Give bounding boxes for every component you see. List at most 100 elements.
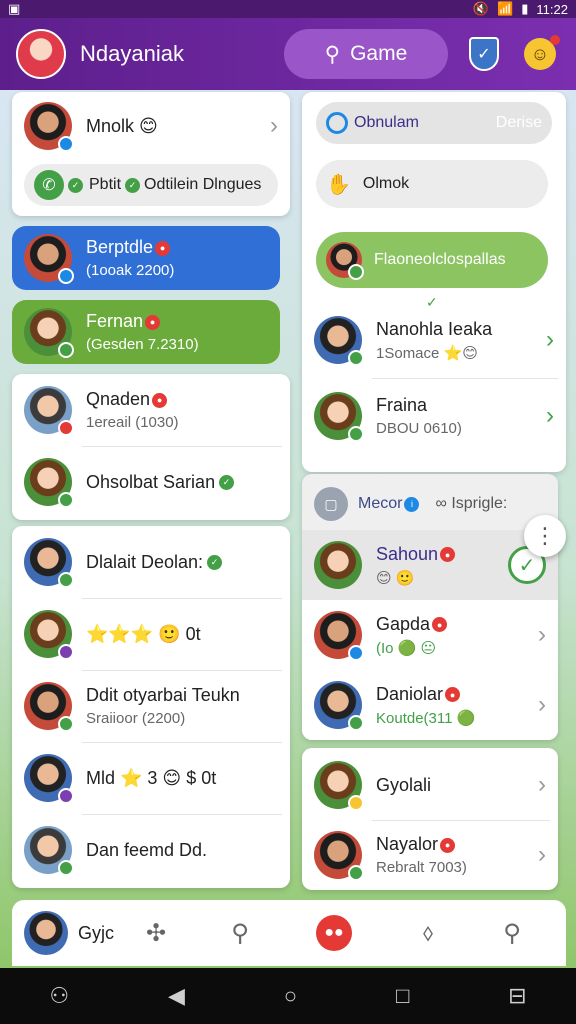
avatar bbox=[314, 316, 364, 366]
notification-badge: ● bbox=[155, 240, 171, 256]
chevron-right-icon: › bbox=[538, 841, 546, 868]
olmok-pill[interactable]: ✋ Olmok bbox=[316, 160, 548, 208]
avatar bbox=[24, 234, 74, 284]
online-dot bbox=[348, 715, 364, 731]
content-area: Mnolk 😊 › ✆ ✓ Pbtit ✓ Odtilein Dlngues B… bbox=[0, 90, 576, 968]
phone-icon: ✆ bbox=[34, 170, 64, 200]
game-search-button[interactable]: ⚲ Game bbox=[284, 29, 448, 79]
bottom-nav: Gyjc ✣ ⚲ ●● ⬨ ⚲ bbox=[12, 900, 566, 966]
card-name: Fernan bbox=[86, 311, 144, 331]
list-item[interactable]: Gyolali › bbox=[302, 754, 558, 816]
contact-name: Gapda bbox=[376, 613, 431, 634]
account-icon[interactable]: ⚇ bbox=[49, 983, 69, 1009]
pill-label: Flaoneolclospallas bbox=[374, 251, 506, 268]
avatar bbox=[24, 682, 74, 732]
left-list-panel-b: Dlalait Deolan: ✓ ⭐⭐⭐ 🙂 0t Ddit otyarbai … bbox=[12, 526, 290, 888]
tabs-row: ▢ Mecor i ∞ Isprigle: bbox=[302, 484, 558, 524]
list-item[interactable]: Qnaden ● 1ereail (1030) bbox=[12, 382, 290, 438]
pill-label: Obnulam bbox=[354, 114, 419, 131]
contact-name: Qnaden bbox=[86, 389, 151, 409]
avatar bbox=[24, 754, 74, 804]
status-check-icon: ✓ bbox=[68, 177, 83, 193]
list-item[interactable]: Mld ⭐ 3 😊 $ 0t bbox=[12, 748, 290, 808]
search-icon[interactable]: ⚲ bbox=[470, 919, 554, 948]
game-button-label: Game bbox=[350, 42, 408, 65]
online-dot bbox=[58, 644, 74, 660]
list-item[interactable]: Nanohla Ieaka 1Somace ⭐😊 › bbox=[302, 310, 566, 370]
contact-sub: 😊 🙂 bbox=[376, 569, 415, 587]
contact-card-green[interactable]: Fernan ● (Gesden 7.2310) bbox=[12, 300, 280, 364]
divider bbox=[82, 670, 282, 671]
smiley-icon: ☺ bbox=[524, 35, 560, 70]
list-item[interactable]: Dan feemd Dd. bbox=[12, 820, 290, 880]
contact-name: Nanohla Ieaka bbox=[376, 318, 493, 339]
avatar bbox=[314, 761, 364, 811]
home-icon[interactable]: ○ bbox=[284, 983, 297, 1009]
tag-icon[interactable]: ⬨ bbox=[386, 919, 470, 947]
profile-avatar[interactable] bbox=[16, 29, 66, 79]
game-controller-icon[interactable]: ●● bbox=[316, 915, 352, 951]
right-mid-panel: ▢ Mecor i ∞ Isprigle: Sahoun ● 😊 🙂 ✓ Gapd… bbox=[302, 474, 558, 740]
notification-badge: ● bbox=[152, 392, 168, 408]
obnulam-pill[interactable]: Obnulam Derise bbox=[316, 102, 552, 144]
mute-icon: 🔇 bbox=[472, 1, 490, 16]
contact-card-blue[interactable]: Berptdle ● (1ooak 2200) bbox=[12, 226, 280, 290]
divider bbox=[82, 814, 282, 815]
contact-sub: DBOU 0610) bbox=[376, 420, 462, 437]
app-notification-icon: ▣ bbox=[8, 1, 21, 16]
list-item[interactable]: ⭐⭐⭐ 🙂 0t bbox=[12, 604, 290, 664]
contact-sub: Koutde(311 🟢 bbox=[376, 709, 476, 727]
list-item[interactable]: Fraina DBOU 0610) › bbox=[302, 386, 566, 446]
contact-name: Ddit otyarbai Teukn bbox=[86, 685, 240, 705]
contact-sub: 1Somace ⭐😊 bbox=[376, 344, 478, 362]
list-item[interactable]: Nayalor ● Rebralt 7003) › bbox=[302, 824, 558, 886]
app-header: Ndayaniak ⚲ Game ✓ ☺ bbox=[0, 18, 576, 90]
profile-row[interactable]: Mnolk 😊 › bbox=[12, 100, 290, 152]
online-dot bbox=[348, 645, 364, 661]
lock-icon[interactable]: ⊟ bbox=[508, 983, 526, 1009]
online-dot bbox=[348, 795, 364, 811]
emoji-button[interactable]: ☺ bbox=[520, 34, 560, 74]
shield-button[interactable]: ✓ bbox=[464, 34, 504, 74]
zoom-icon[interactable]: ⚲ bbox=[198, 919, 282, 948]
divider bbox=[372, 378, 558, 379]
online-dot bbox=[348, 264, 364, 280]
left-top-panel: Mnolk 😊 › ✆ ✓ Pbtit ✓ Odtilein Dlngues bbox=[12, 92, 290, 216]
recents-icon[interactable]: □ bbox=[396, 983, 409, 1009]
list-item[interactable]: Ddit otyarbai Teukn Sraiioor (2200) bbox=[12, 676, 290, 736]
call-pill[interactable]: ✆ ✓ Pbtit ✓ Odtilein Dlngues bbox=[24, 164, 278, 206]
chevron-right-icon: › bbox=[546, 326, 554, 353]
tab-mecor[interactable]: Mecor bbox=[358, 495, 402, 513]
online-dot bbox=[58, 716, 74, 732]
battery-icon: ▮ bbox=[521, 1, 529, 16]
list-item[interactable]: Ohsolbat Sarian ✓ bbox=[12, 454, 290, 510]
chevron-right-icon: › bbox=[538, 771, 546, 798]
divider bbox=[372, 820, 550, 821]
contact-name: Gyolali bbox=[376, 774, 432, 795]
list-item[interactable]: Daniolar ● Koutde(311 🟢 › bbox=[302, 670, 558, 740]
list-item-selected[interactable]: Sahoun ● 😊 🙂 ✓ bbox=[302, 530, 558, 600]
profile-icon[interactable]: ▢ bbox=[314, 487, 348, 521]
user-avatar[interactable] bbox=[24, 911, 68, 955]
back-icon[interactable]: ◀ bbox=[168, 983, 185, 1009]
system-nav-bar: ⚇ ◀ ○ □ ⊟ bbox=[0, 968, 576, 1024]
puzzle-icon[interactable]: ✣ bbox=[114, 919, 198, 948]
tab-isprigle-label: Isprigle: bbox=[451, 495, 508, 512]
online-dot bbox=[58, 136, 74, 152]
right-bottom-panel: Gyolali › Nayalor ● Rebralt 7003) › bbox=[302, 748, 558, 890]
ring-icon bbox=[326, 112, 348, 134]
list-item[interactable]: Dlalait Deolan: ✓ bbox=[12, 532, 290, 592]
more-options-button[interactable]: ⋮ bbox=[524, 515, 566, 557]
avatar bbox=[314, 392, 364, 442]
tab-isprigle[interactable]: ∞ Isprigle: bbox=[435, 495, 507, 513]
avatar bbox=[24, 458, 74, 508]
call-pill-label-2: Odtilein Dlngues bbox=[144, 176, 262, 193]
online-dot bbox=[348, 350, 364, 366]
contact-name: Dan feemd Dd. bbox=[86, 839, 208, 860]
pill-action[interactable]: Derise bbox=[496, 114, 542, 132]
online-dot bbox=[348, 426, 364, 442]
contact-name: Daniolar bbox=[376, 683, 444, 704]
green-pill[interactable]: Flaoneolclospallas bbox=[316, 232, 548, 288]
online-dot bbox=[58, 342, 74, 358]
list-item[interactable]: Gapda ● (Io 🟢 😐 › bbox=[302, 600, 558, 670]
